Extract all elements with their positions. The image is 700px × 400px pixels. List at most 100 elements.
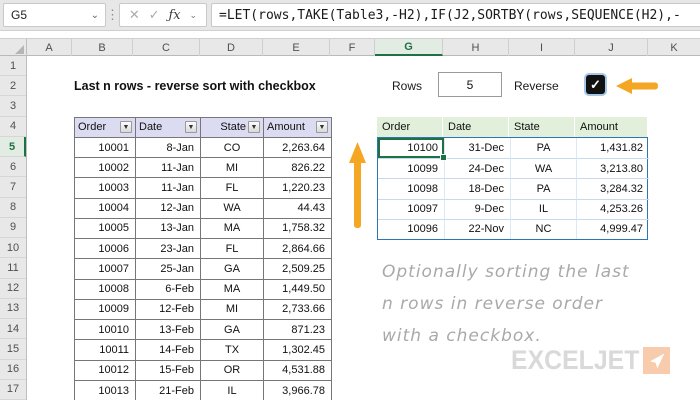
source-header-amount[interactable]: Amount ▼ <box>264 117 331 138</box>
result-header-date[interactable]: Date <box>443 116 509 137</box>
row-header-3[interactable]: 3 <box>0 96 26 117</box>
row-header-4[interactable]: 4 <box>0 117 26 137</box>
cell[interactable]: 10099 <box>378 158 444 178</box>
select-all-corner[interactable] <box>0 39 27 56</box>
cell[interactable]: WA <box>201 198 264 219</box>
cell[interactable]: 10008 <box>75 279 136 300</box>
cell[interactable]: 13-Feb <box>136 320 201 341</box>
cell[interactable]: MI <box>201 158 264 179</box>
name-box-chevron-icon[interactable]: ⌄ <box>91 10 105 21</box>
source-header-date[interactable]: Date ▼ <box>136 117 201 138</box>
cell[interactable]: 21-Feb <box>136 380 201 400</box>
row-header-1[interactable]: 1 <box>0 56 26 77</box>
enter-icon[interactable]: ✓ <box>149 7 160 23</box>
cell[interactable]: 1,302.45 <box>264 340 331 361</box>
cell[interactable]: 826.22 <box>264 158 331 179</box>
cell[interactable]: WA <box>510 158 576 179</box>
column-header-k[interactable]: K <box>648 39 700 56</box>
row-header-16[interactable]: 16 <box>0 360 26 380</box>
cell[interactable]: 10100 <box>378 138 447 162</box>
cell[interactable]: 2,263.64 <box>264 138 331 159</box>
column-header-h[interactable]: H <box>443 39 509 56</box>
cell[interactable]: PA <box>510 137 576 159</box>
row-header-6[interactable]: 6 <box>0 157 26 178</box>
fx-chevron-icon[interactable]: ⌄ <box>190 10 198 21</box>
row-header-10[interactable]: 10 <box>0 238 26 259</box>
cell[interactable]: 10002 <box>75 158 136 179</box>
cell[interactable]: 10098 <box>378 178 444 198</box>
cell[interactable]: OR <box>201 360 264 381</box>
insert-function-icon[interactable]: ƒx <box>168 8 180 23</box>
row-header-13[interactable]: 13 <box>0 299 26 320</box>
cell[interactable]: 1,449.50 <box>264 280 331 300</box>
cell[interactable]: IL <box>510 198 576 219</box>
row-header-12[interactable]: 12 <box>0 279 26 299</box>
cell[interactable]: 10013 <box>75 380 136 400</box>
row-header-7[interactable]: 7 <box>0 177 26 198</box>
row-header-5[interactable]: 5 <box>0 136 26 158</box>
cell[interactable]: 1,431.82 <box>576 137 649 159</box>
cell[interactable]: CO <box>201 137 264 159</box>
cell[interactable]: 11-Jan <box>136 178 201 199</box>
cell[interactable]: 4,999.47 <box>576 218 649 240</box>
column-header-a[interactable]: A <box>27 39 72 56</box>
cell[interactable]: 10011 <box>75 340 136 361</box>
column-header-f[interactable]: F <box>330 39 375 56</box>
cell[interactable]: 10006 <box>75 239 136 260</box>
cell[interactable]: 3,213.80 <box>576 158 649 179</box>
formula-input[interactable]: =LET(rows,TAKE(Table3,-H2),IF(J2,SORTBY(… <box>211 3 700 27</box>
cell[interactable]: 14-Feb <box>136 340 201 361</box>
cell[interactable]: 9-Dec <box>444 198 510 219</box>
cell[interactable]: 10096 <box>378 218 444 239</box>
cell[interactable]: MA <box>201 279 264 300</box>
column-header-i[interactable]: I <box>509 39 575 56</box>
cell[interactable]: 2,733.66 <box>264 300 331 321</box>
source-header-state[interactable]: State ▼ <box>201 117 264 138</box>
reverse-checkbox[interactable]: ✓ <box>586 75 605 94</box>
filter-dropdown-icon[interactable]: ▼ <box>248 121 260 134</box>
cell[interactable]: MI <box>201 299 264 321</box>
cell[interactable]: 1,220.23 <box>264 178 331 199</box>
result-header-state[interactable]: State <box>509 116 575 137</box>
cell[interactable]: 22-Nov <box>444 218 510 240</box>
filter-dropdown-icon[interactable]: ▼ <box>185 121 197 134</box>
cell[interactable]: 3,966.78 <box>264 381 331 400</box>
row-header-15[interactable]: 15 <box>0 339 26 360</box>
row-header-11[interactable]: 11 <box>0 258 26 279</box>
cell[interactable]: 44.43 <box>264 199 331 219</box>
cell[interactable]: 8-Jan <box>136 137 201 159</box>
cell[interactable]: 4,531.88 <box>264 361 331 381</box>
cell[interactable]: 10009 <box>75 299 136 321</box>
column-header-d[interactable]: D <box>200 39 263 56</box>
cell[interactable]: 2,509.25 <box>264 259 331 280</box>
column-header-c[interactable]: C <box>133 39 200 56</box>
cell[interactable]: 10003 <box>75 178 136 199</box>
row-header-17[interactable]: 17 <box>0 380 26 400</box>
cancel-icon[interactable]: ✕ <box>129 7 140 23</box>
cell[interactable]: 23-Jan <box>136 239 201 260</box>
cell[interactable]: 18-Dec <box>444 178 510 199</box>
cell[interactable]: FL <box>201 239 264 260</box>
row-header-14[interactable]: 14 <box>0 319 26 340</box>
result-header-order[interactable]: Order <box>377 116 443 137</box>
cell[interactable]: 13-Jan <box>136 218 201 240</box>
cell[interactable]: GA <box>201 259 264 280</box>
cell[interactable]: 12-Feb <box>136 299 201 321</box>
column-header-e[interactable]: E <box>263 39 330 56</box>
cell[interactable]: 24-Dec <box>444 158 510 179</box>
source-header-order[interactable]: Order ▼ <box>75 117 136 138</box>
cell[interactable]: 4,253.26 <box>576 198 649 219</box>
rows-input[interactable]: 5 <box>438 72 502 97</box>
cell[interactable]: 11-Jan <box>136 158 201 179</box>
filter-dropdown-icon[interactable]: ▼ <box>316 121 328 134</box>
cell[interactable]: 10097 <box>378 198 444 219</box>
cell[interactable]: GA <box>201 320 264 341</box>
cell[interactable]: NC <box>510 218 576 240</box>
row-header-8[interactable]: 8 <box>0 198 26 218</box>
name-box[interactable]: G5 ⌄ <box>3 3 106 27</box>
column-header-g[interactable]: G <box>375 39 443 56</box>
cell[interactable]: IL <box>201 380 264 400</box>
column-header-b[interactable]: B <box>72 39 133 56</box>
cell[interactable]: 871.23 <box>264 320 331 341</box>
cell[interactable]: PA <box>510 178 576 199</box>
